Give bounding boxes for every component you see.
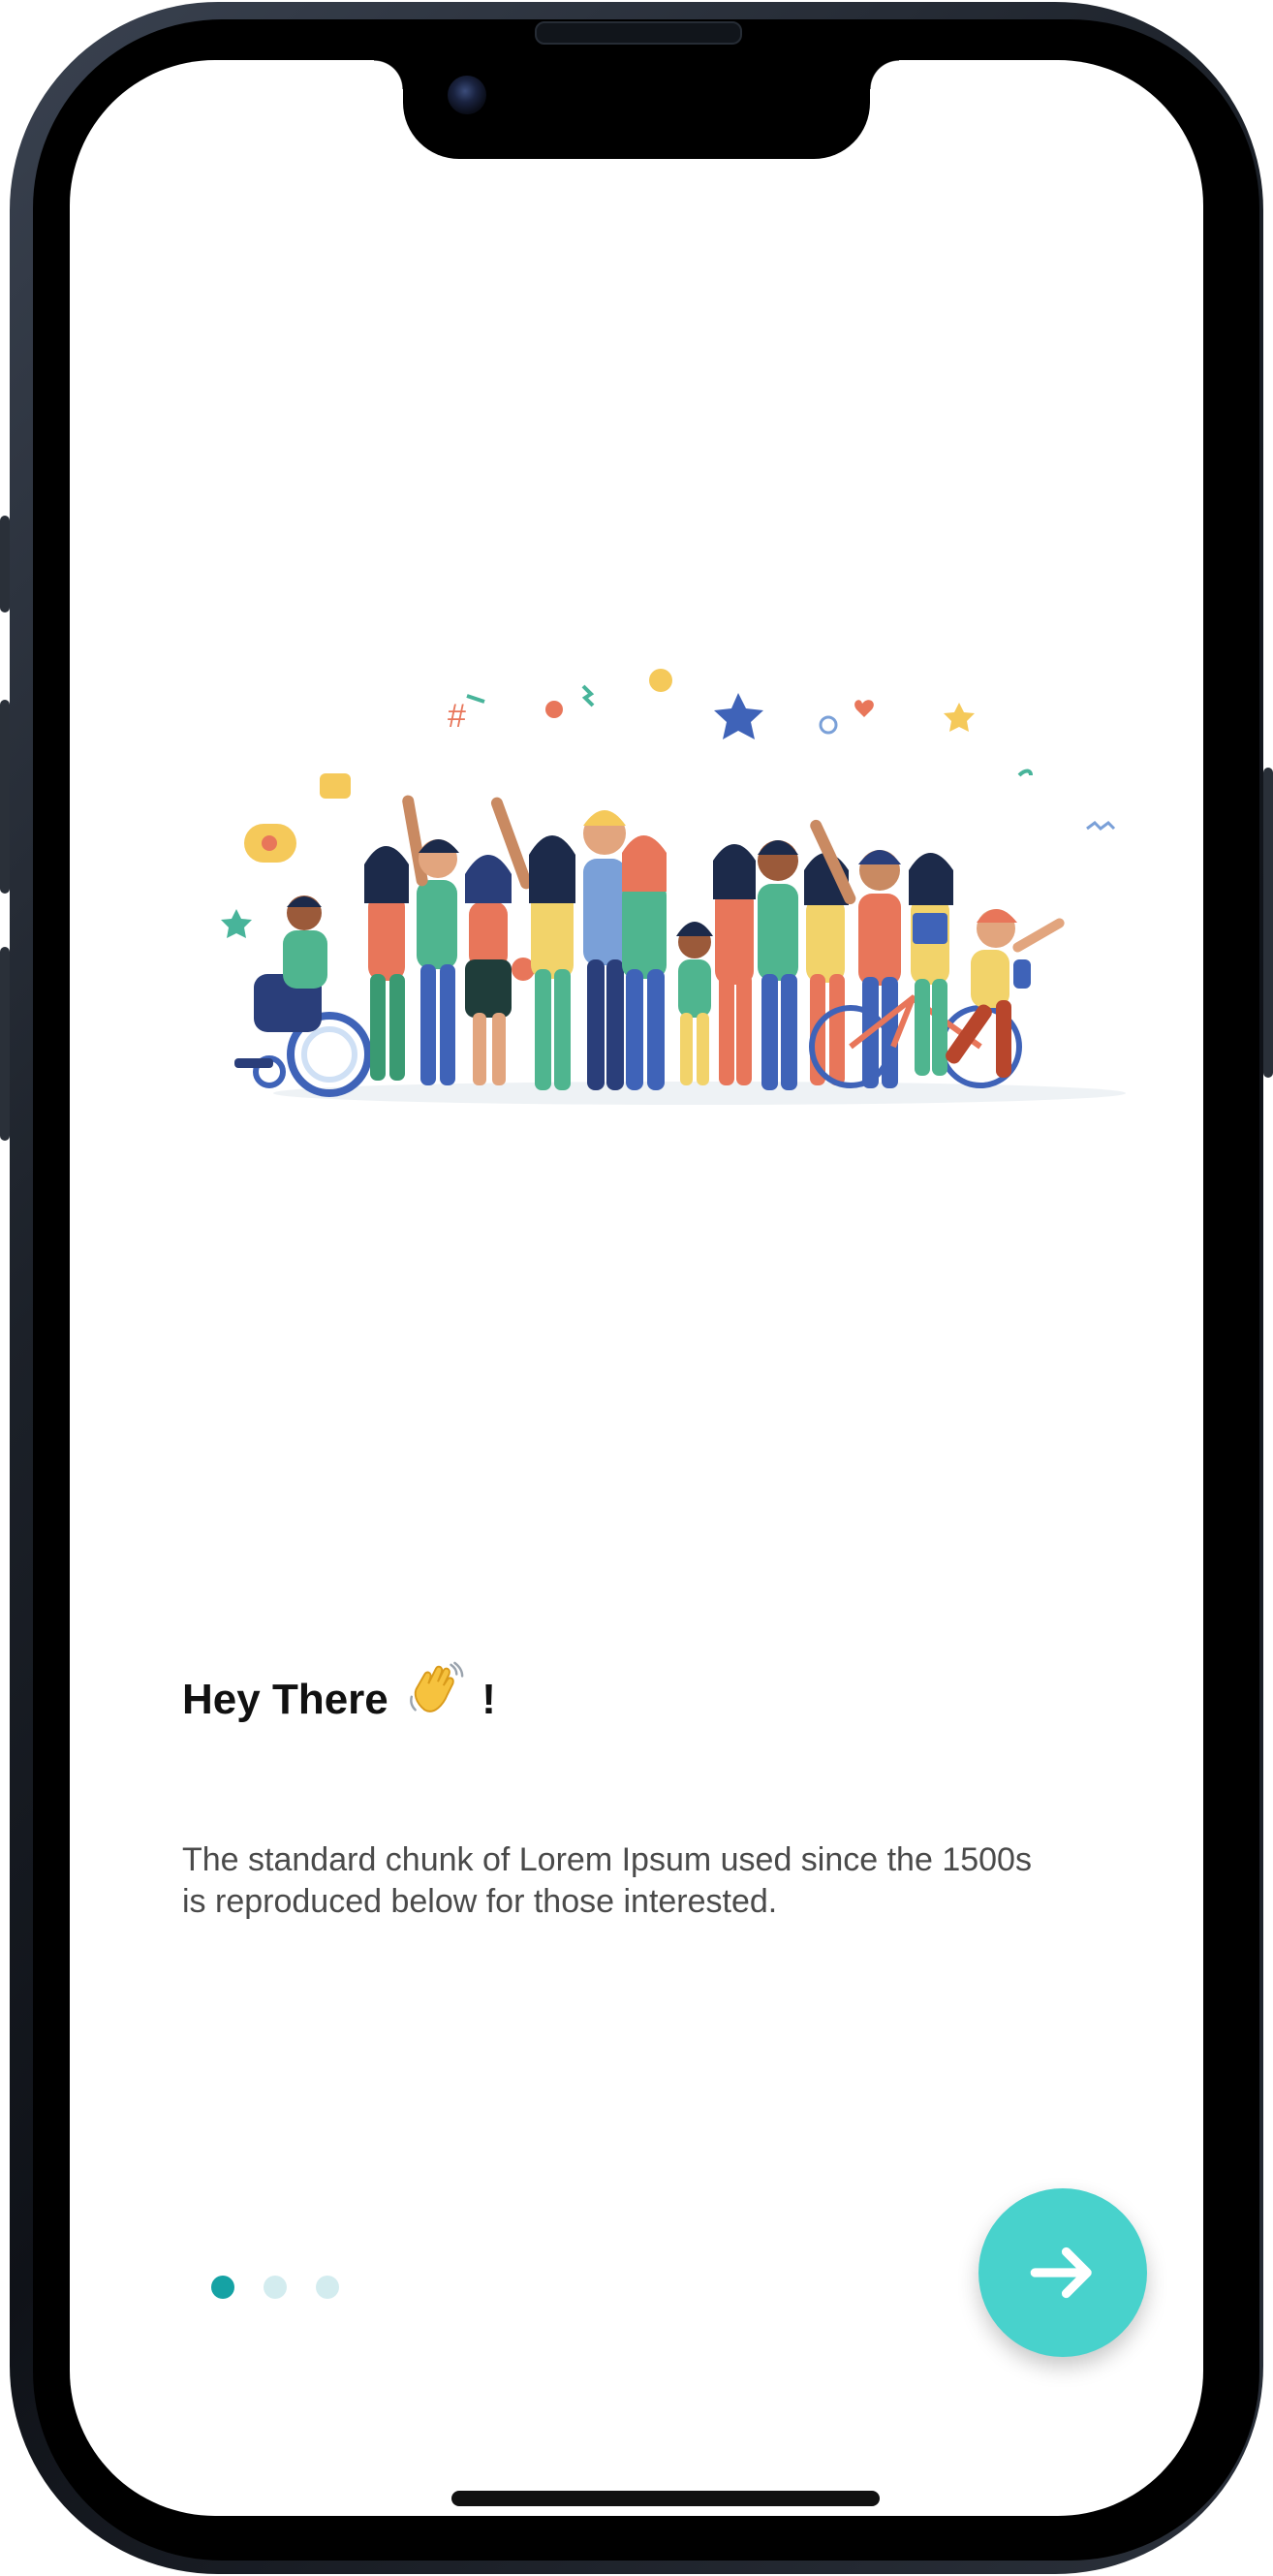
screen: # Hey There ! The standard chunk of Lore… bbox=[70, 60, 1203, 2516]
title-suffix: ! bbox=[481, 1676, 496, 1723]
page-dot-1[interactable] bbox=[211, 2276, 234, 2299]
earpiece-speaker bbox=[535, 21, 742, 45]
volume-up-button bbox=[0, 700, 10, 894]
people-crowd-illustration: # bbox=[221, 669, 1126, 1105]
device-stage: # Hey There ! The standard chunk of Lore… bbox=[0, 0, 1273, 2576]
page-dot-3[interactable] bbox=[316, 2276, 339, 2299]
wheelchair-person bbox=[234, 895, 372, 1097]
onboarding-description: The standard chunk of Lorem Ipsum used s… bbox=[182, 1841, 1032, 1920]
crowd-figures bbox=[364, 795, 1065, 1090]
svg-text:#: # bbox=[448, 698, 466, 735]
volume-down-button bbox=[0, 947, 10, 1141]
front-camera bbox=[448, 76, 486, 114]
power-button bbox=[1263, 768, 1273, 1078]
waving-hand-icon bbox=[406, 1659, 466, 1730]
home-indicator[interactable] bbox=[451, 2491, 880, 2506]
next-button[interactable] bbox=[978, 2188, 1147, 2357]
confetti-decorations: # bbox=[221, 669, 1116, 938]
title-text: Hey There bbox=[182, 1676, 388, 1723]
page-title: Hey There ! bbox=[182, 1659, 496, 1730]
silent-switch bbox=[0, 516, 10, 613]
page-dot-2[interactable] bbox=[264, 2276, 287, 2299]
page-indicator bbox=[211, 2276, 339, 2299]
arrow-right-icon bbox=[1030, 2246, 1092, 2299]
